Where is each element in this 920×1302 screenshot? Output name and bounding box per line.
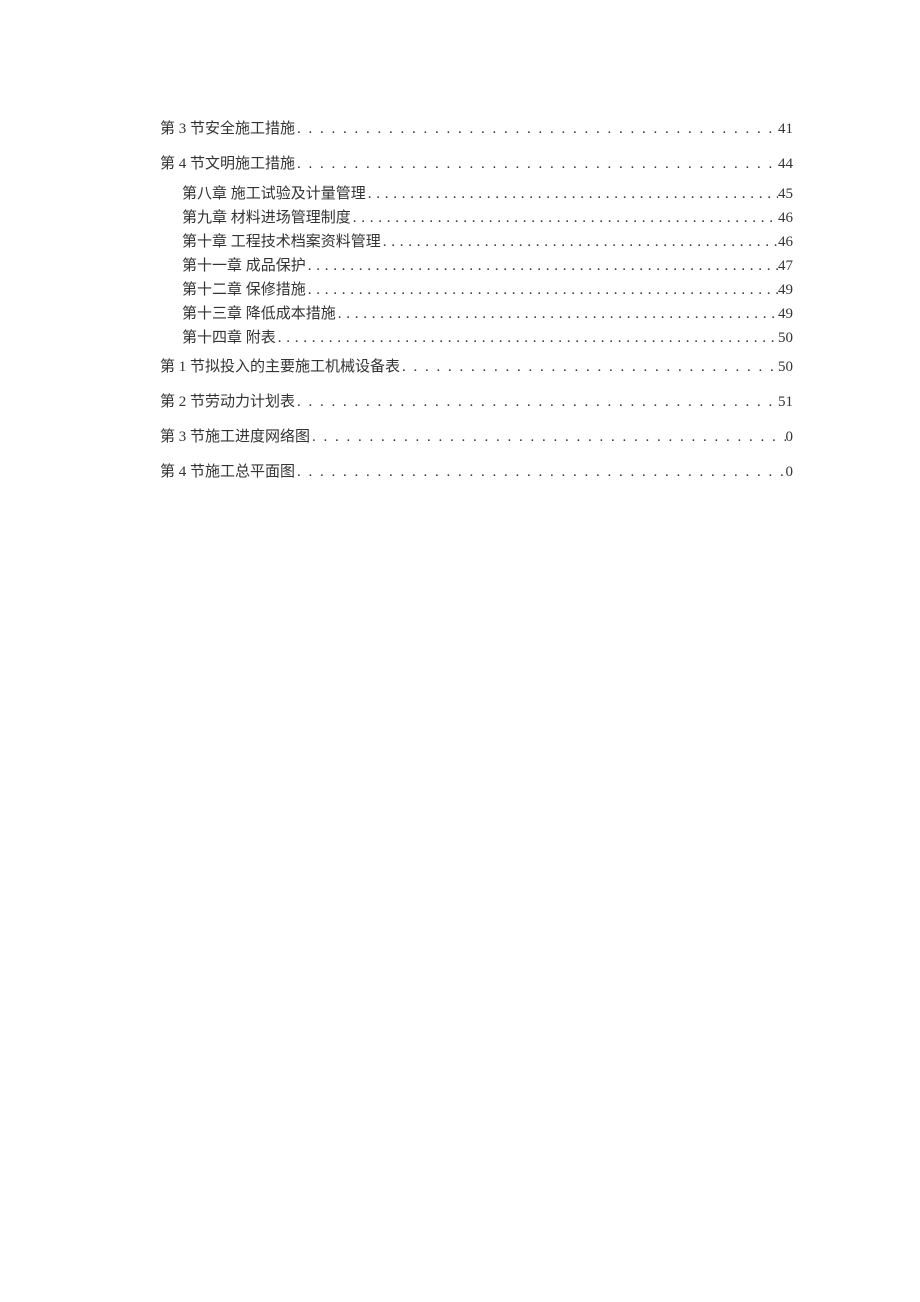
- toc-title: 第九章 材料进场管理制度: [182, 206, 351, 230]
- toc-container: 第 3 节安全施工措施 . . . . . . . . . . . . . . …: [160, 112, 793, 490]
- toc-leader-dots: . . . . . . . . . . . . . . . . . . . . …: [295, 147, 778, 182]
- toc-leader-dots: . . . . . . . . . . . . . . . . . . . . …: [295, 385, 778, 420]
- toc-page-number: 0: [786, 420, 794, 455]
- toc-title: 第 1 节拟投入的主要施工机械设备表: [160, 350, 400, 385]
- toc-entry: 第 4 节施工总平面图 . . . . . . . . . . . . . . …: [160, 455, 793, 490]
- toc-page-number: 0: [786, 455, 794, 490]
- toc-entry: 第八章 施工试验及计量管理 . . . . . . . . . . . . . …: [160, 182, 793, 206]
- toc-entry: 第十四章 附表 . . . . . . . . . . . . . . . . …: [160, 326, 793, 350]
- toc-leader-dots: . . . . . . . . . . . . . . . . . . . . …: [310, 420, 785, 455]
- toc-page-number: 49: [778, 302, 793, 326]
- toc-entry: 第 2 节劳动力计划表 . . . . . . . . . . . . . . …: [160, 385, 793, 420]
- toc-entry: 第十三章 降低成本措施 . . . . . . . . . . . . . . …: [160, 302, 793, 326]
- toc-page-number: 49: [778, 278, 793, 302]
- toc-page-number: 44: [778, 147, 793, 182]
- toc-page-number: 46: [778, 206, 793, 230]
- toc-title: 第 4 节施工总平面图: [160, 455, 295, 490]
- toc-page-number: 46: [778, 230, 793, 254]
- toc-title: 第十章 工程技术档案资料管理: [182, 230, 381, 254]
- toc-leader-dots: . . . . . . . . . . . . . . . . . . . . …: [336, 302, 778, 326]
- toc-leader-dots: . . . . . . . . . . . . . . . . . . . . …: [276, 326, 778, 350]
- toc-title: 第 3 节安全施工措施: [160, 112, 295, 147]
- toc-entry: 第十二章 保修措施 . . . . . . . . . . . . . . . …: [160, 278, 793, 302]
- toc-entry: 第十章 工程技术档案资料管理 . . . . . . . . . . . . .…: [160, 230, 793, 254]
- toc-title: 第 4 节文明施工措施: [160, 147, 295, 182]
- toc-leader-dots: . . . . . . . . . . . . . . . . . . . . …: [295, 455, 785, 490]
- toc-title: 第十四章 附表: [182, 326, 276, 350]
- toc-leader-dots: . . . . . . . . . . . . . . . . . . . . …: [400, 350, 778, 385]
- toc-page-number: 41: [778, 112, 793, 147]
- toc-page-number: 47: [778, 254, 793, 278]
- toc-entry: 第十一章 成品保护 . . . . . . . . . . . . . . . …: [160, 254, 793, 278]
- toc-page-number: 45: [778, 182, 793, 206]
- toc-title: 第 3 节施工进度网络图: [160, 420, 310, 455]
- toc-title: 第十三章 降低成本措施: [182, 302, 336, 326]
- toc-title: 第 2 节劳动力计划表: [160, 385, 295, 420]
- toc-page-number: 50: [778, 350, 793, 385]
- toc-title: 第十一章 成品保护: [182, 254, 306, 278]
- toc-leader-dots: . . . . . . . . . . . . . . . . . . . . …: [381, 230, 778, 254]
- toc-page-number: 50: [778, 326, 793, 350]
- toc-leader-dots: . . . . . . . . . . . . . . . . . . . . …: [306, 278, 778, 302]
- toc-entry: 第 3 节安全施工措施 . . . . . . . . . . . . . . …: [160, 112, 793, 147]
- toc-leader-dots: . . . . . . . . . . . . . . . . . . . . …: [366, 182, 778, 206]
- toc-page-number: 51: [778, 385, 793, 420]
- toc-entry: 第 3 节施工进度网络图 . . . . . . . . . . . . . .…: [160, 420, 793, 455]
- toc-title: 第十二章 保修措施: [182, 278, 306, 302]
- toc-leader-dots: . . . . . . . . . . . . . . . . . . . . …: [306, 254, 778, 278]
- toc-leader-dots: . . . . . . . . . . . . . . . . . . . . …: [295, 112, 778, 147]
- toc-entry: 第 1 节拟投入的主要施工机械设备表 . . . . . . . . . . .…: [160, 350, 793, 385]
- toc-entry: 第九章 材料进场管理制度 . . . . . . . . . . . . . .…: [160, 206, 793, 230]
- toc-entry: 第 4 节文明施工措施 . . . . . . . . . . . . . . …: [160, 147, 793, 182]
- toc-title: 第八章 施工试验及计量管理: [182, 182, 366, 206]
- toc-leader-dots: . . . . . . . . . . . . . . . . . . . . …: [351, 206, 778, 230]
